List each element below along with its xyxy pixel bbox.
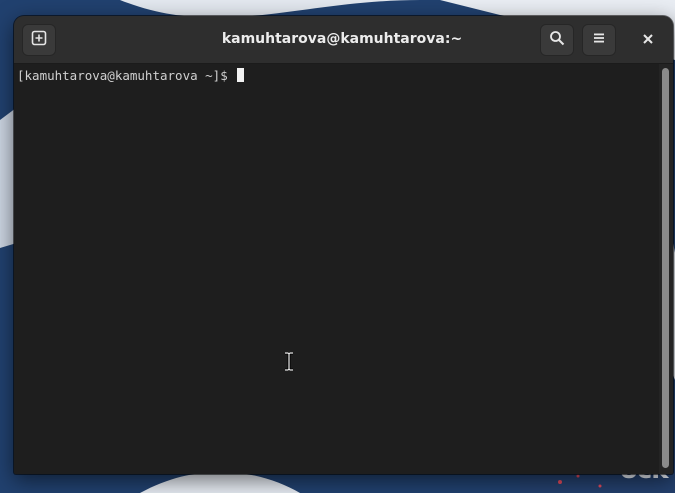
search-button[interactable] [540,24,574,56]
close-button[interactable] [631,24,665,56]
prompt-line: [kamuhtarova@kamuhtarova ~]$ [17,67,245,85]
new-tab-icon [31,30,47,50]
header-bar[interactable]: kamuhtarova@kamuhtarova:~ [14,16,673,64]
scrollbar-thumb[interactable] [662,68,669,468]
shell-prompt: [kamuhtarova@kamuhtarova ~]$ [17,68,236,83]
vertical-scrollbar[interactable] [659,64,673,474]
hamburger-menu-icon [591,30,607,50]
window-title: kamuhtarova@kamuhtarova:~ [221,31,463,47]
main-menu-button[interactable] [582,24,616,56]
close-icon [641,31,655,50]
ibeam-cursor-icon [284,351,294,372]
search-icon [549,30,565,50]
new-tab-button[interactable] [22,24,56,56]
terminal-window[interactable]: kamuhtarova@kamuhtarova:~ [kamuhtarova@k… [14,16,673,474]
terminal-output-area[interactable]: [kamuhtarova@kamuhtarova ~]$ [14,64,659,474]
text-cursor [237,68,245,82]
